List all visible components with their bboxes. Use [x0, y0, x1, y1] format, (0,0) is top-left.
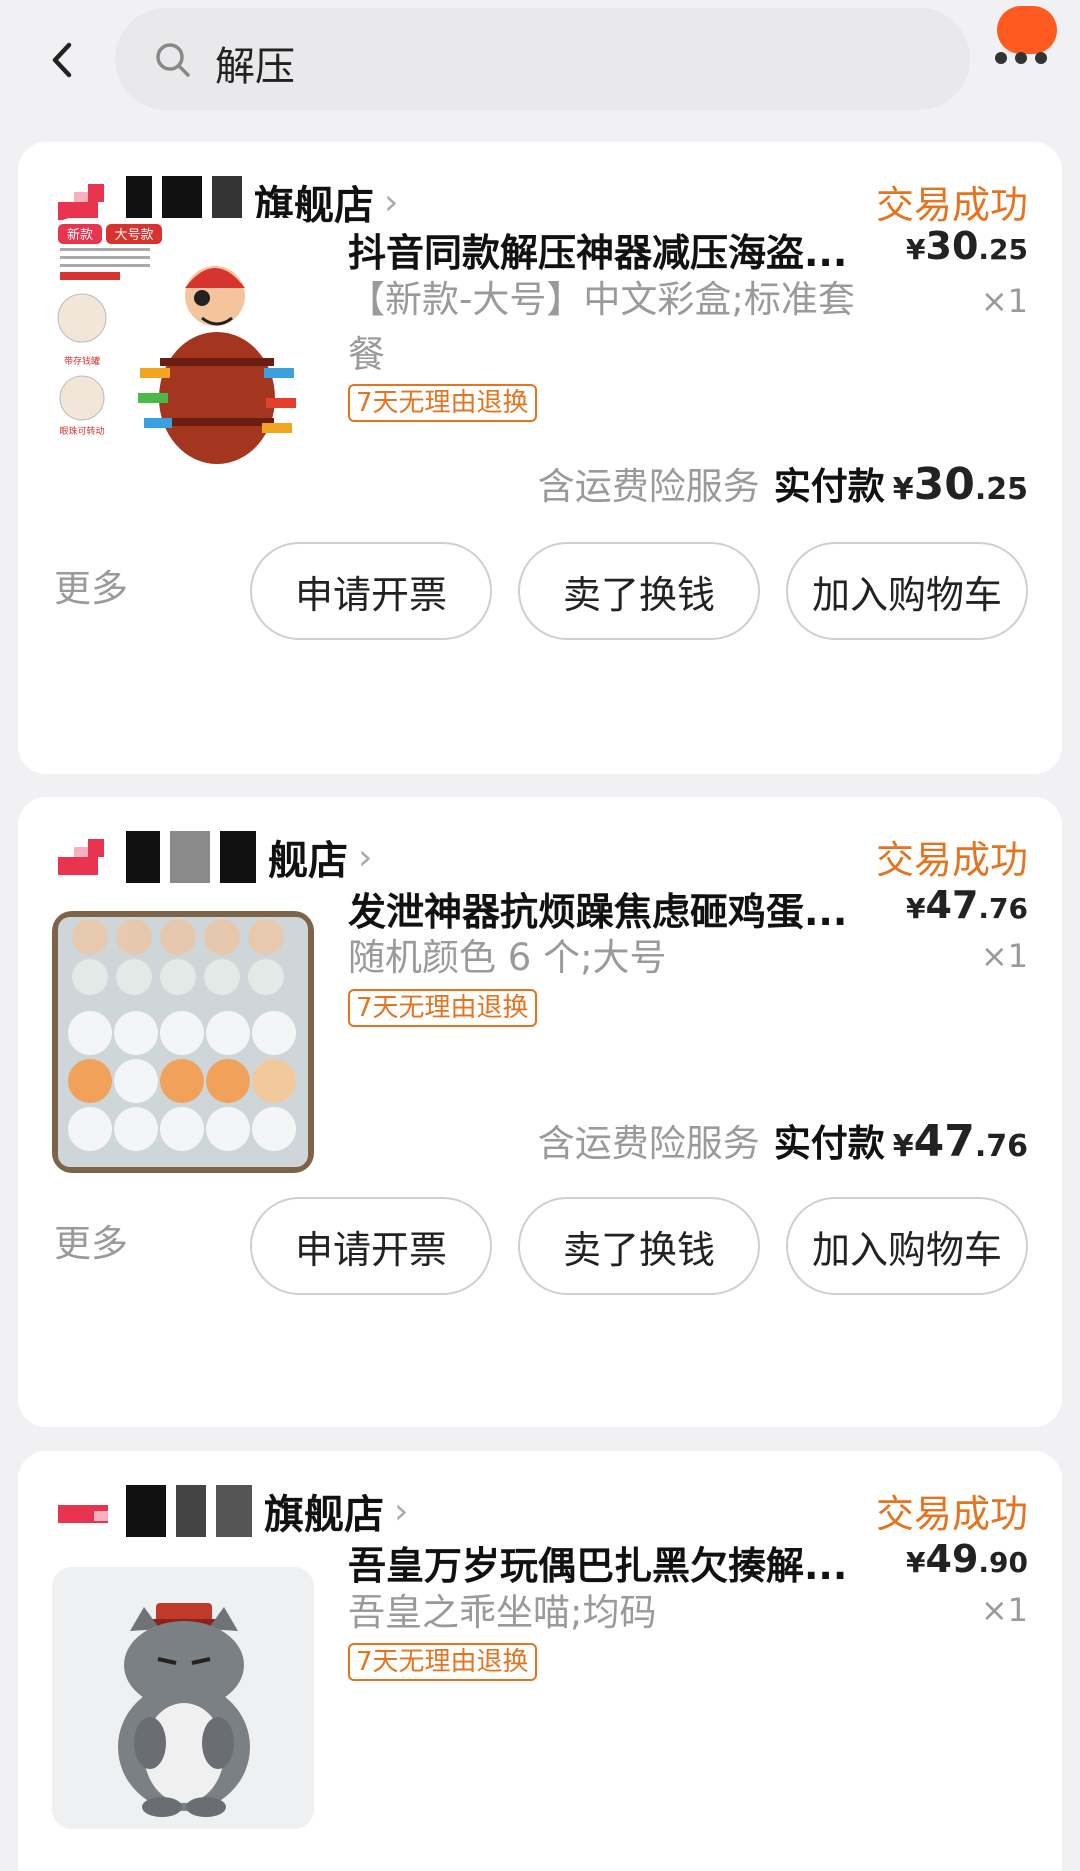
redacted-text: [216, 1485, 252, 1537]
sell-item-button[interactable]: 卖了换钱: [518, 542, 760, 640]
product-quantity: ×1: [980, 282, 1028, 320]
search-query: 解压: [215, 44, 295, 90]
product-title[interactable]: 发泄神器抗烦躁焦虑砸鸡蛋...: [348, 881, 908, 936]
shop-logo: [58, 1485, 120, 1537]
sell-item-button[interactable]: 卖了换钱: [518, 1197, 760, 1295]
add-to-cart-button[interactable]: 加入购物车: [786, 542, 1028, 640]
payment-summary: 含运费险服务 实付款 ¥47.76: [538, 1113, 1028, 1167]
add-to-cart-button[interactable]: 加入购物车: [786, 1197, 1028, 1295]
shop-logo: [58, 831, 120, 883]
order-status: 交易成功: [875, 838, 1028, 882]
return-policy-tag: 7天无理由退换: [348, 989, 537, 1027]
product-price: ¥47.76: [906, 883, 1028, 927]
request-invoice-button[interactable]: 申请开票: [250, 542, 492, 640]
order-card[interactable]: 旗舰店 › 交易成功 新款 大号款 带存钱罐 眼珠可转动 抖音同款解压神器减压海…: [18, 142, 1062, 774]
search-bar[interactable]: 解压: [115, 8, 970, 110]
product-image[interactable]: [52, 911, 314, 1173]
chevron-right-icon: ›: [358, 836, 373, 878]
caption-eye: 眼珠可转动: [59, 425, 104, 437]
payment-summary: 含运费险服务 实付款 ¥30.25: [538, 456, 1028, 510]
more-actions-link[interactable]: 更多: [54, 558, 128, 612]
shop-name: 舰店: [268, 838, 348, 884]
badge-new: 新款: [67, 227, 93, 243]
paid-amount: 30: [913, 459, 975, 510]
shipping-insurance-label: 含运费险服务: [537, 1122, 760, 1165]
product-quantity: ×1: [980, 937, 1028, 975]
more-menu-button[interactable]: [995, 0, 1065, 70]
chevron-right-icon: ›: [394, 1490, 409, 1532]
product-title[interactable]: 吾皇万岁玩偶巴扎黑欠揍解...: [348, 1535, 908, 1590]
redacted-text: [126, 1485, 166, 1537]
top-bar: 解压: [0, 0, 1080, 125]
message-badge: [997, 6, 1057, 54]
paid-amount-label: 实付款: [773, 1122, 885, 1165]
paid-amount: 47: [913, 1116, 975, 1167]
shipping-insurance-label: 含运费险服务: [537, 465, 760, 508]
order-status: 交易成功: [875, 1492, 1028, 1536]
search-icon: [156, 43, 190, 77]
order-card[interactable]: 舰店 › 交易成功 发泄神器抗烦躁焦虑砸鸡蛋... ¥47.76 随机颜色 6 …: [18, 797, 1062, 1427]
product-image[interactable]: [52, 1567, 314, 1829]
return-policy-tag: 7天无理由退换: [348, 1643, 537, 1681]
order-card[interactable]: 旗舰店 › 交易成功 吾皇万岁玩偶巴扎黑欠揍解... ¥49.90 吾皇之乖坐喵…: [18, 1451, 1062, 1871]
order-status: 交易成功: [875, 183, 1028, 227]
product-spec: 随机颜色 6 个;大号: [348, 936, 667, 979]
product-spec: 【新款-大号】中文彩盒;标准套餐: [348, 278, 855, 376]
return-policy-tag: 7天无理由退换: [348, 384, 537, 422]
egg-tray-image: [52, 911, 314, 1173]
shop-name: 旗舰店: [264, 1492, 384, 1538]
product-spec: 吾皇之乖坐喵;均码: [348, 1591, 657, 1634]
product-price: ¥49.90: [906, 1537, 1028, 1581]
product-image[interactable]: 新款 大号款 带存钱罐 眼珠可转动: [52, 218, 314, 480]
product-title[interactable]: 抖音同款解压神器减压海盗...: [348, 222, 908, 277]
redacted-text: [170, 831, 210, 883]
more-dots-icon: [995, 52, 1047, 64]
shop-header[interactable]: 旗舰店 ›: [58, 1481, 408, 1541]
pirate-barrel-toy-image: 新款 大号款 带存钱罐 眼珠可转动: [52, 218, 314, 480]
more-actions-link[interactable]: 更多: [54, 1213, 128, 1267]
badge-large: 大号款: [114, 228, 153, 243]
chevron-left-icon: [52, 42, 72, 78]
product-quantity: ×1: [980, 1591, 1028, 1629]
redacted-text: [176, 1485, 206, 1537]
shop-header[interactable]: 舰店 ›: [58, 827, 372, 887]
request-invoice-button[interactable]: 申请开票: [250, 1197, 492, 1295]
redacted-text: [126, 831, 160, 883]
paid-amount-label: 实付款: [773, 465, 885, 508]
caption-bank: 带存钱罐: [64, 355, 100, 367]
back-button[interactable]: [42, 40, 82, 80]
chevron-right-icon: ›: [384, 181, 399, 223]
redacted-text: [220, 831, 256, 883]
cat-figure-image: [52, 1567, 314, 1829]
product-price: ¥30.25: [906, 224, 1028, 268]
